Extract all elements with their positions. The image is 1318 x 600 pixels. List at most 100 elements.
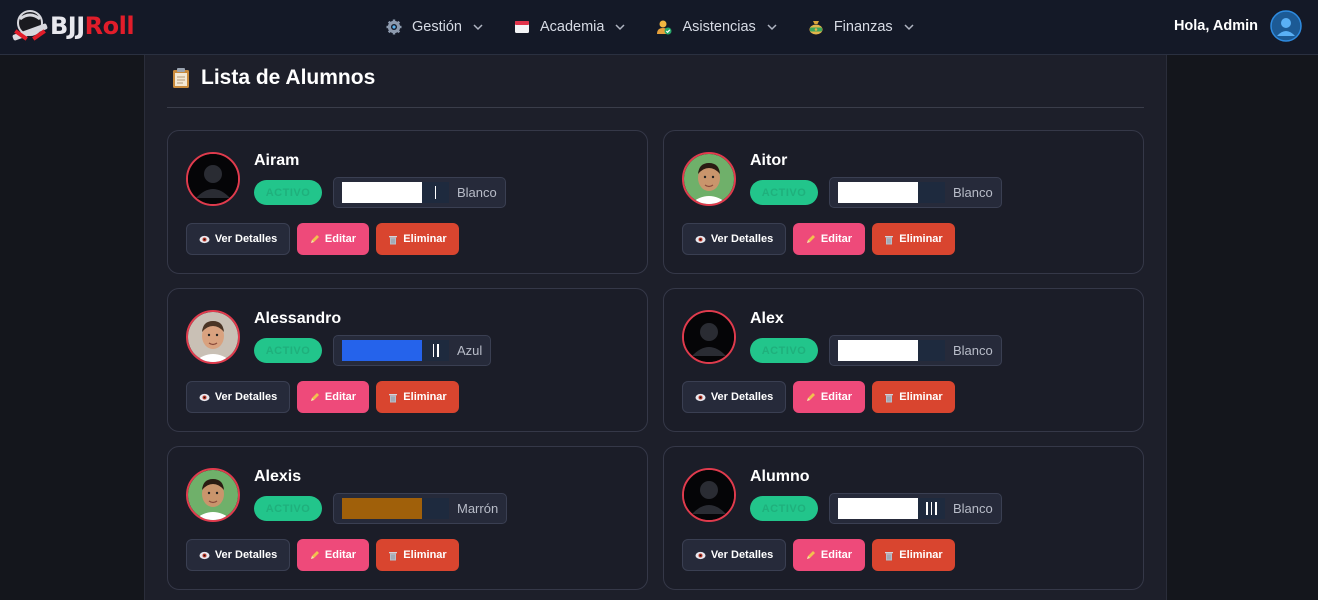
belt-stripe bbox=[926, 502, 928, 515]
nav-label: Academia bbox=[539, 19, 605, 35]
brand-name-part1: BJJ bbox=[50, 12, 85, 40]
eye-icon bbox=[199, 393, 210, 401]
edit-button[interactable]: Editar bbox=[793, 539, 865, 571]
eye-icon bbox=[199, 235, 210, 243]
page-title-text: Lista de Alumnos bbox=[201, 66, 376, 89]
status-badge: ACTIVO bbox=[254, 496, 322, 521]
button-label: Eliminar bbox=[899, 549, 943, 561]
delete-button[interactable]: Eliminar bbox=[872, 381, 955, 413]
delete-button[interactable]: Eliminar bbox=[376, 539, 459, 571]
belt-label: Blanco bbox=[953, 185, 993, 200]
student-name: Airam bbox=[254, 152, 300, 169]
edit-button[interactable]: Editar bbox=[297, 381, 369, 413]
trash-icon bbox=[885, 393, 894, 402]
delete-button[interactable]: Eliminar bbox=[872, 223, 955, 255]
status-badge: ACTIVO bbox=[750, 338, 818, 363]
student-name: Aitor bbox=[750, 152, 788, 169]
belt-label: Blanco bbox=[457, 185, 497, 200]
view-details-button[interactable]: Ver Detalles bbox=[186, 223, 290, 255]
brand-logo[interactable]: BJJRoll bbox=[8, 6, 135, 46]
button-label: Ver Detalles bbox=[710, 549, 774, 561]
button-label: Editar bbox=[324, 391, 357, 403]
trash-icon bbox=[885, 551, 894, 560]
student-name: Alex bbox=[750, 310, 784, 327]
belt-color-bar bbox=[342, 498, 422, 519]
pencil-icon bbox=[806, 551, 815, 559]
avatar bbox=[186, 468, 240, 522]
belt-indicator: Blanco bbox=[829, 177, 1002, 208]
belt-indicator: Blanco bbox=[829, 335, 1002, 366]
view-details-button[interactable]: Ver Detalles bbox=[682, 539, 786, 571]
view-details-button[interactable]: Ver Detalles bbox=[682, 381, 786, 413]
default-avatar-icon bbox=[684, 312, 734, 362]
view-details-button[interactable]: Ver Detalles bbox=[186, 539, 290, 571]
edit-button[interactable]: Editar bbox=[793, 381, 865, 413]
pencil-icon bbox=[310, 235, 319, 243]
nav-item-gestion[interactable]: Gestión bbox=[386, 19, 484, 35]
avatar bbox=[186, 310, 240, 364]
default-avatar-icon bbox=[684, 470, 734, 520]
student-card: Airam ACTIVO Blanco Ver Detalles Editar Elimi… bbox=[167, 130, 648, 274]
chevron-down-icon bbox=[473, 24, 483, 31]
delete-button[interactable]: Eliminar bbox=[376, 223, 459, 255]
students-panel: Lista de Alumnos Airam ACTIVO Blanco Ver De… bbox=[144, 55, 1167, 600]
delete-button[interactable]: Eliminar bbox=[872, 539, 955, 571]
button-label: Eliminar bbox=[403, 391, 447, 403]
belt-stripe bbox=[434, 186, 437, 199]
delete-button[interactable]: Eliminar bbox=[376, 381, 459, 413]
button-label: Editar bbox=[324, 233, 357, 245]
belt-label: Blanco bbox=[953, 501, 993, 516]
button-label: Editar bbox=[820, 233, 853, 245]
user-check-icon bbox=[657, 20, 672, 35]
avatar bbox=[186, 152, 240, 206]
user-avatar-icon[interactable] bbox=[1270, 10, 1302, 42]
button-label: Eliminar bbox=[899, 391, 943, 403]
nav-label: Finanzas bbox=[833, 19, 893, 35]
nav-item-academia[interactable]: Academia bbox=[514, 19, 626, 35]
avatar bbox=[682, 310, 736, 364]
button-label: Ver Detalles bbox=[214, 549, 278, 561]
button-label: Editar bbox=[820, 391, 853, 403]
student-card: Alessandro ACTIVO Azul Ver Detalles Editar El… bbox=[167, 288, 648, 432]
view-details-button[interactable]: Ver Detalles bbox=[186, 381, 290, 413]
default-avatar-icon bbox=[188, 154, 238, 204]
gi-belt-logo-icon bbox=[12, 10, 48, 41]
user-menu[interactable]: Hola, Admin bbox=[1174, 10, 1302, 42]
belt-tip bbox=[422, 182, 449, 203]
student-name: Alumno bbox=[750, 468, 810, 485]
money-bag-icon bbox=[809, 21, 823, 35]
nav-item-finanzas[interactable]: Finanzas bbox=[808, 19, 915, 35]
edit-button[interactable]: Editar bbox=[297, 223, 369, 255]
chevron-down-icon bbox=[904, 24, 914, 31]
edit-button[interactable]: Editar bbox=[793, 223, 865, 255]
student-card: Alex ACTIVO Blanco Ver Detalles Editar Elimin… bbox=[663, 288, 1144, 432]
trash-icon bbox=[389, 551, 398, 560]
view-details-button[interactable]: Ver Detalles bbox=[682, 223, 786, 255]
pencil-icon bbox=[310, 393, 319, 401]
belt-tip bbox=[918, 182, 945, 203]
button-label: Ver Detalles bbox=[710, 391, 774, 403]
nav-label: Asistencias bbox=[682, 19, 756, 35]
belt-color-bar bbox=[342, 182, 422, 203]
nav-item-asistencias[interactable]: Asistencias bbox=[656, 19, 777, 35]
button-label: Ver Detalles bbox=[710, 233, 774, 245]
edit-button[interactable]: Editar bbox=[297, 539, 369, 571]
belt-color-bar bbox=[342, 340, 422, 361]
user-greeting: Hola, Admin bbox=[1173, 18, 1258, 34]
student-card: Alexis ACTIVO Marrón Ver Detalles Editar Elim… bbox=[167, 446, 648, 590]
belt-tip bbox=[918, 498, 945, 519]
page-title: Lista de Alumnos bbox=[171, 66, 375, 90]
top-navbar: BJJRoll Gestión Academia Asistencias Fin… bbox=[0, 0, 1318, 55]
eye-icon bbox=[695, 393, 706, 401]
trash-icon bbox=[389, 235, 398, 244]
belt-color-bar bbox=[838, 498, 918, 519]
belt-indicator: Marrón bbox=[333, 493, 508, 524]
belt-tip bbox=[422, 340, 449, 361]
pencil-icon bbox=[806, 235, 815, 243]
avatar bbox=[682, 468, 736, 522]
button-label: Editar bbox=[324, 549, 357, 561]
button-label: Editar bbox=[820, 549, 853, 561]
status-badge: ACTIVO bbox=[254, 180, 322, 205]
main-menu: Gestión Academia Asistencias Finanzas bbox=[386, 0, 915, 54]
chevron-down-icon bbox=[615, 24, 625, 31]
